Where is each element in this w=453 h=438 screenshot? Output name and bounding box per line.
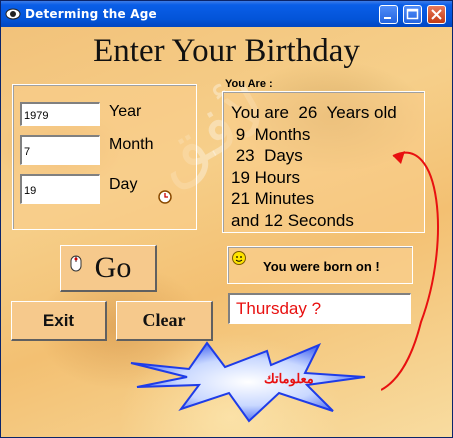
born-day-value: Thursday ? [236,299,322,318]
born-on-label: You were born on ! [263,259,380,274]
app-window: Determing the Age لأفق Enter Your Birthd… [0,0,453,438]
birthday-input-panel: Year Month Day [12,84,197,230]
result-line: 21 Minutes [231,189,315,208]
minimize-button[interactable] [379,5,398,24]
maximize-icon [406,8,419,20]
mouse-cursor-icon [70,255,82,272]
result-caption: You Are : [225,78,273,90]
client-area: لأفق Enter Your Birthday Year Month Day … [1,27,452,437]
day-label: Day [109,176,138,193]
result-line: 23 Days [231,146,303,165]
result-line: 9 Months [231,124,311,144]
result-line: You are 26 Years old [231,103,397,122]
month-label: Month [109,136,154,153]
smiley-icon [232,251,246,265]
year-input[interactable] [20,102,100,126]
result-line: and 12 Seconds [231,210,354,230]
window-title: Determing the Age [25,7,157,21]
starburst-text: معلوماتك [264,371,314,386]
exit-button[interactable]: Exit [11,301,107,341]
age-result-text: You are 26 Years old 9 Months 23 Days 19… [231,102,397,231]
page-title: Enter Your Birthday [93,33,360,69]
app-icon [5,8,21,20]
curved-arrow-icon [381,151,439,391]
go-button[interactable]: Go [60,245,157,292]
maximize-button[interactable] [403,5,422,24]
close-icon [431,9,442,20]
day-input[interactable] [20,174,100,204]
minimize-icon [384,17,391,19]
close-button[interactable] [427,5,446,24]
go-button-label: Go [94,251,132,284]
result-line: 19 Hours [231,167,300,187]
starburst-shape [130,341,366,423]
year-label: Year [109,103,142,120]
title-bar[interactable]: Determing the Age [1,1,452,27]
month-input[interactable] [20,135,100,165]
clock-icon [158,190,172,204]
